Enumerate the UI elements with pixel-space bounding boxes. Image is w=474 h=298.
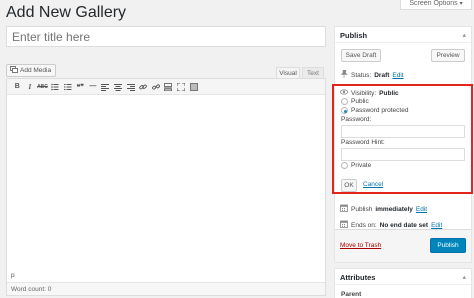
schedule-edit-link[interactable]: Edit [416, 206, 427, 213]
unlink-icon[interactable] [150, 81, 163, 93]
page-title: Add New Gallery [6, 4, 127, 21]
read-more-icon[interactable] [162, 81, 175, 93]
major-publishing-actions: Move to Trash Publish [335, 229, 471, 262]
align-right-icon[interactable] [124, 81, 137, 93]
ends-on-label: Ends on: [351, 221, 377, 229]
attributes-box: Attributes ▴ Parent [334, 268, 472, 298]
caret-up-icon[interactable]: ▴ [462, 31, 466, 39]
bullet-list-icon[interactable] [49, 81, 62, 93]
caret-up-icon[interactable]: ▴ [462, 273, 466, 281]
editor-toolbar: B I ABC ❝❞ — [7, 79, 325, 95]
tab-visual[interactable]: Visual [276, 67, 300, 78]
ends-on-value: No end date set [379, 221, 429, 229]
align-left-icon[interactable] [99, 81, 112, 93]
schedule-row: Publish immediately Edit [340, 204, 427, 214]
preview-button[interactable]: Preview [431, 49, 465, 62]
align-center-icon[interactable] [112, 81, 125, 93]
status-row: Status: Draft Edit [340, 69, 404, 80]
element-path: p [11, 272, 15, 279]
ends-on-edit-link[interactable]: Edit [431, 222, 442, 229]
word-count: Word count: 0 [7, 282, 325, 295]
title-input[interactable] [6, 26, 326, 47]
chevron-down-icon: ▾ [459, 1, 463, 7]
calendar-icon [340, 204, 348, 214]
add-media-button[interactable]: Add Media [6, 64, 56, 77]
status-value: Draft [374, 71, 390, 79]
publish-immediately-label: Publish [351, 205, 373, 213]
pin-icon [340, 69, 348, 80]
numbered-list-icon[interactable] [61, 81, 74, 93]
attributes-box-header[interactable]: Attributes ▴ [335, 269, 471, 285]
publish-button[interactable]: Publish [430, 238, 466, 253]
status-label: Status: [351, 71, 372, 79]
toolbar-toggle-icon[interactable] [187, 81, 200, 93]
status-edit-link[interactable]: Edit [392, 72, 403, 79]
media-icon [10, 66, 18, 75]
save-draft-button[interactable]: Save Draft [341, 49, 381, 62]
attributes-box-title: Attributes [340, 273, 376, 282]
strikethrough-icon[interactable]: ABC [36, 81, 49, 93]
screen-options-button[interactable]: Screen Options ▾ [400, 0, 472, 10]
screen-options-label: Screen Options [409, 0, 458, 7]
publish-box-header[interactable]: Publish ▴ [335, 27, 471, 43]
parent-label: Parent [341, 291, 362, 298]
blockquote-icon[interactable]: ❝❞ [74, 81, 87, 93]
content-editor[interactable]: B I ABC ❝❞ — p Word count: 0 [6, 78, 326, 296]
add-media-label: Add Media [20, 67, 52, 74]
link-icon[interactable] [137, 81, 150, 93]
horizontal-rule-icon[interactable]: — [87, 81, 100, 93]
move-to-trash-link[interactable]: Move to Trash [340, 242, 381, 249]
publish-immediately-value: immediately [375, 205, 413, 213]
publish-box-title: Publish [340, 31, 368, 40]
tab-text[interactable]: Text [302, 67, 324, 78]
bold-icon[interactable]: B [11, 81, 24, 93]
fullscreen-icon[interactable] [175, 81, 188, 93]
italic-icon[interactable]: I [24, 81, 37, 93]
visibility-highlight-box [332, 84, 473, 194]
